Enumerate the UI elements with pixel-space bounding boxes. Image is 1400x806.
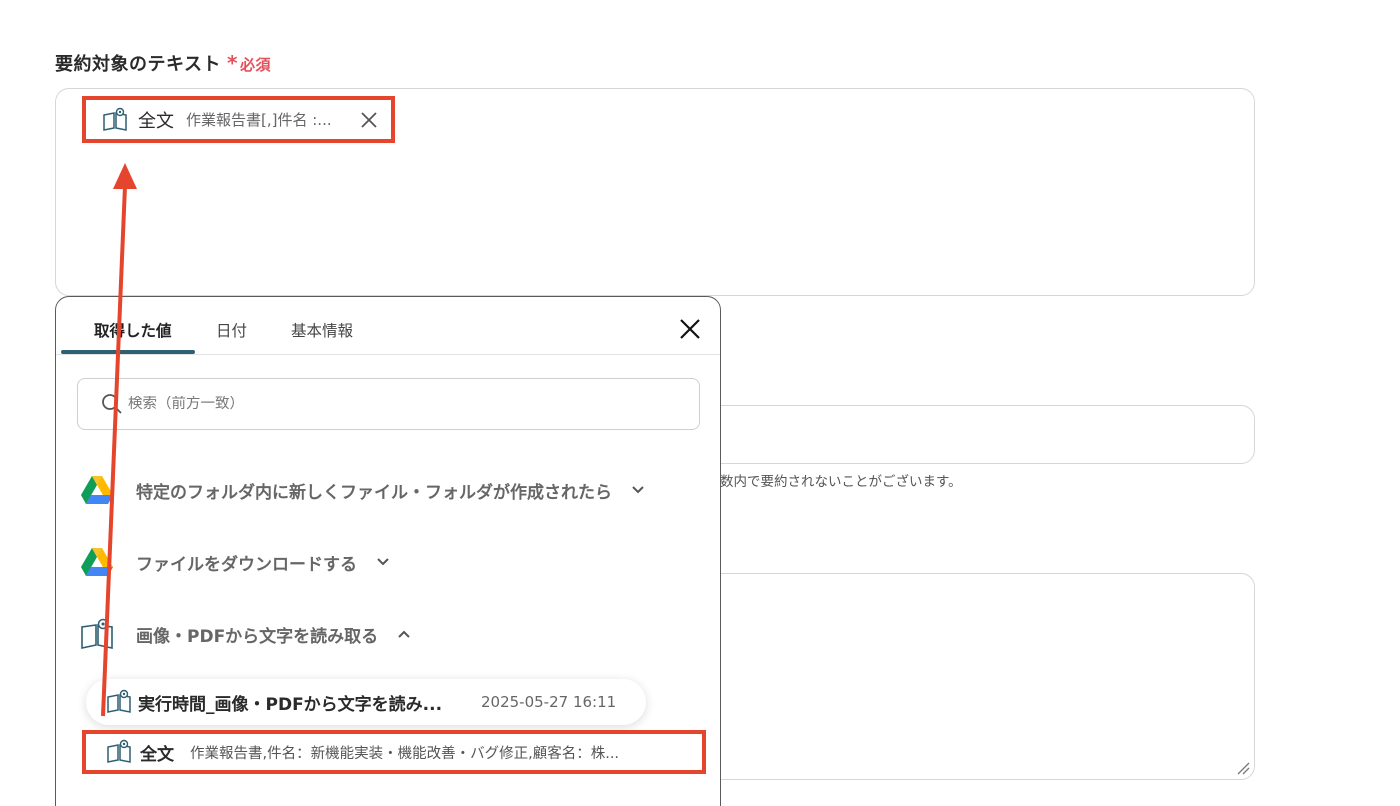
required-mark: * bbox=[226, 51, 238, 75]
section-ocr[interactable]: 画像・PDFから文字を読み取る bbox=[80, 617, 412, 651]
section-label: 画像・PDFから文字を読み取る bbox=[136, 626, 379, 647]
section-file-download[interactable]: ファイルをダウンロードする bbox=[80, 545, 391, 579]
tab-basic-info[interactable]: 基本情報 bbox=[291, 319, 353, 341]
google-drive-icon bbox=[81, 548, 113, 576]
ocr-book-icon bbox=[103, 107, 127, 131]
section-label: ファイルをダウンロードする bbox=[136, 554, 357, 575]
field-label: 要約対象のテキスト * 必須 bbox=[55, 50, 271, 76]
search-box[interactable] bbox=[77, 378, 700, 430]
help-text: 数内で要約されないことがございます。 bbox=[720, 474, 962, 490]
tab-date[interactable]: 日付 bbox=[216, 319, 247, 341]
chevron-down-icon[interactable] bbox=[375, 554, 391, 570]
token-value-preview: 作業報告書[,]件名 :... bbox=[186, 111, 332, 129]
chevron-down-icon[interactable] bbox=[630, 482, 646, 498]
tab-acquired-values[interactable]: 取得した値 bbox=[94, 319, 172, 341]
value-preview: 作業報告書,件名：新機能実装・機能改善・バグ修正,顧客名：株... bbox=[190, 745, 620, 762]
active-tab-indicator bbox=[61, 350, 195, 354]
token-name: 全文 bbox=[138, 110, 174, 132]
result-name: 実行時間_画像・PDFから文字を読み... bbox=[138, 694, 443, 715]
google-drive-icon bbox=[81, 476, 113, 504]
search-input[interactable] bbox=[128, 396, 648, 412]
section-folder-trigger[interactable]: 特定のフォルダ内に新しくファイル・フォルダが作成されたら bbox=[80, 473, 646, 507]
ocr-book-icon bbox=[107, 739, 131, 763]
background-textarea[interactable] bbox=[700, 573, 1255, 780]
field-label-text: 要約対象のテキスト bbox=[55, 54, 221, 75]
tab-bar: 取得した値 日付 基本情報 bbox=[56, 297, 720, 355]
chevron-up-icon[interactable] bbox=[396, 626, 412, 642]
result-timestamp: 2025-05-27 16:11 bbox=[481, 693, 617, 711]
required-text: 必須 bbox=[239, 56, 271, 74]
value-item-fulltext[interactable]: 全文 作業報告書,件名：新機能実装・機能改善・バグ修正,顧客名：株... bbox=[82, 730, 706, 774]
section-label: 特定のフォルダ内に新しくファイル・フォルダが作成されたら bbox=[136, 482, 612, 503]
close-icon[interactable] bbox=[359, 110, 379, 130]
inserted-value-token[interactable]: 全文 作業報告書[,]件名 :... bbox=[82, 96, 395, 143]
background-input-field[interactable] bbox=[700, 405, 1255, 464]
execution-result-row[interactable]: 実行時間_画像・PDFから文字を読み... 2025-05-27 16:11 bbox=[86, 679, 646, 725]
ocr-book-icon bbox=[107, 689, 131, 713]
close-icon[interactable] bbox=[678, 317, 702, 341]
search-icon bbox=[102, 394, 122, 414]
ocr-book-icon bbox=[81, 618, 113, 649]
resize-handle-icon[interactable] bbox=[1236, 761, 1250, 775]
value-name: 全文 bbox=[140, 744, 174, 765]
